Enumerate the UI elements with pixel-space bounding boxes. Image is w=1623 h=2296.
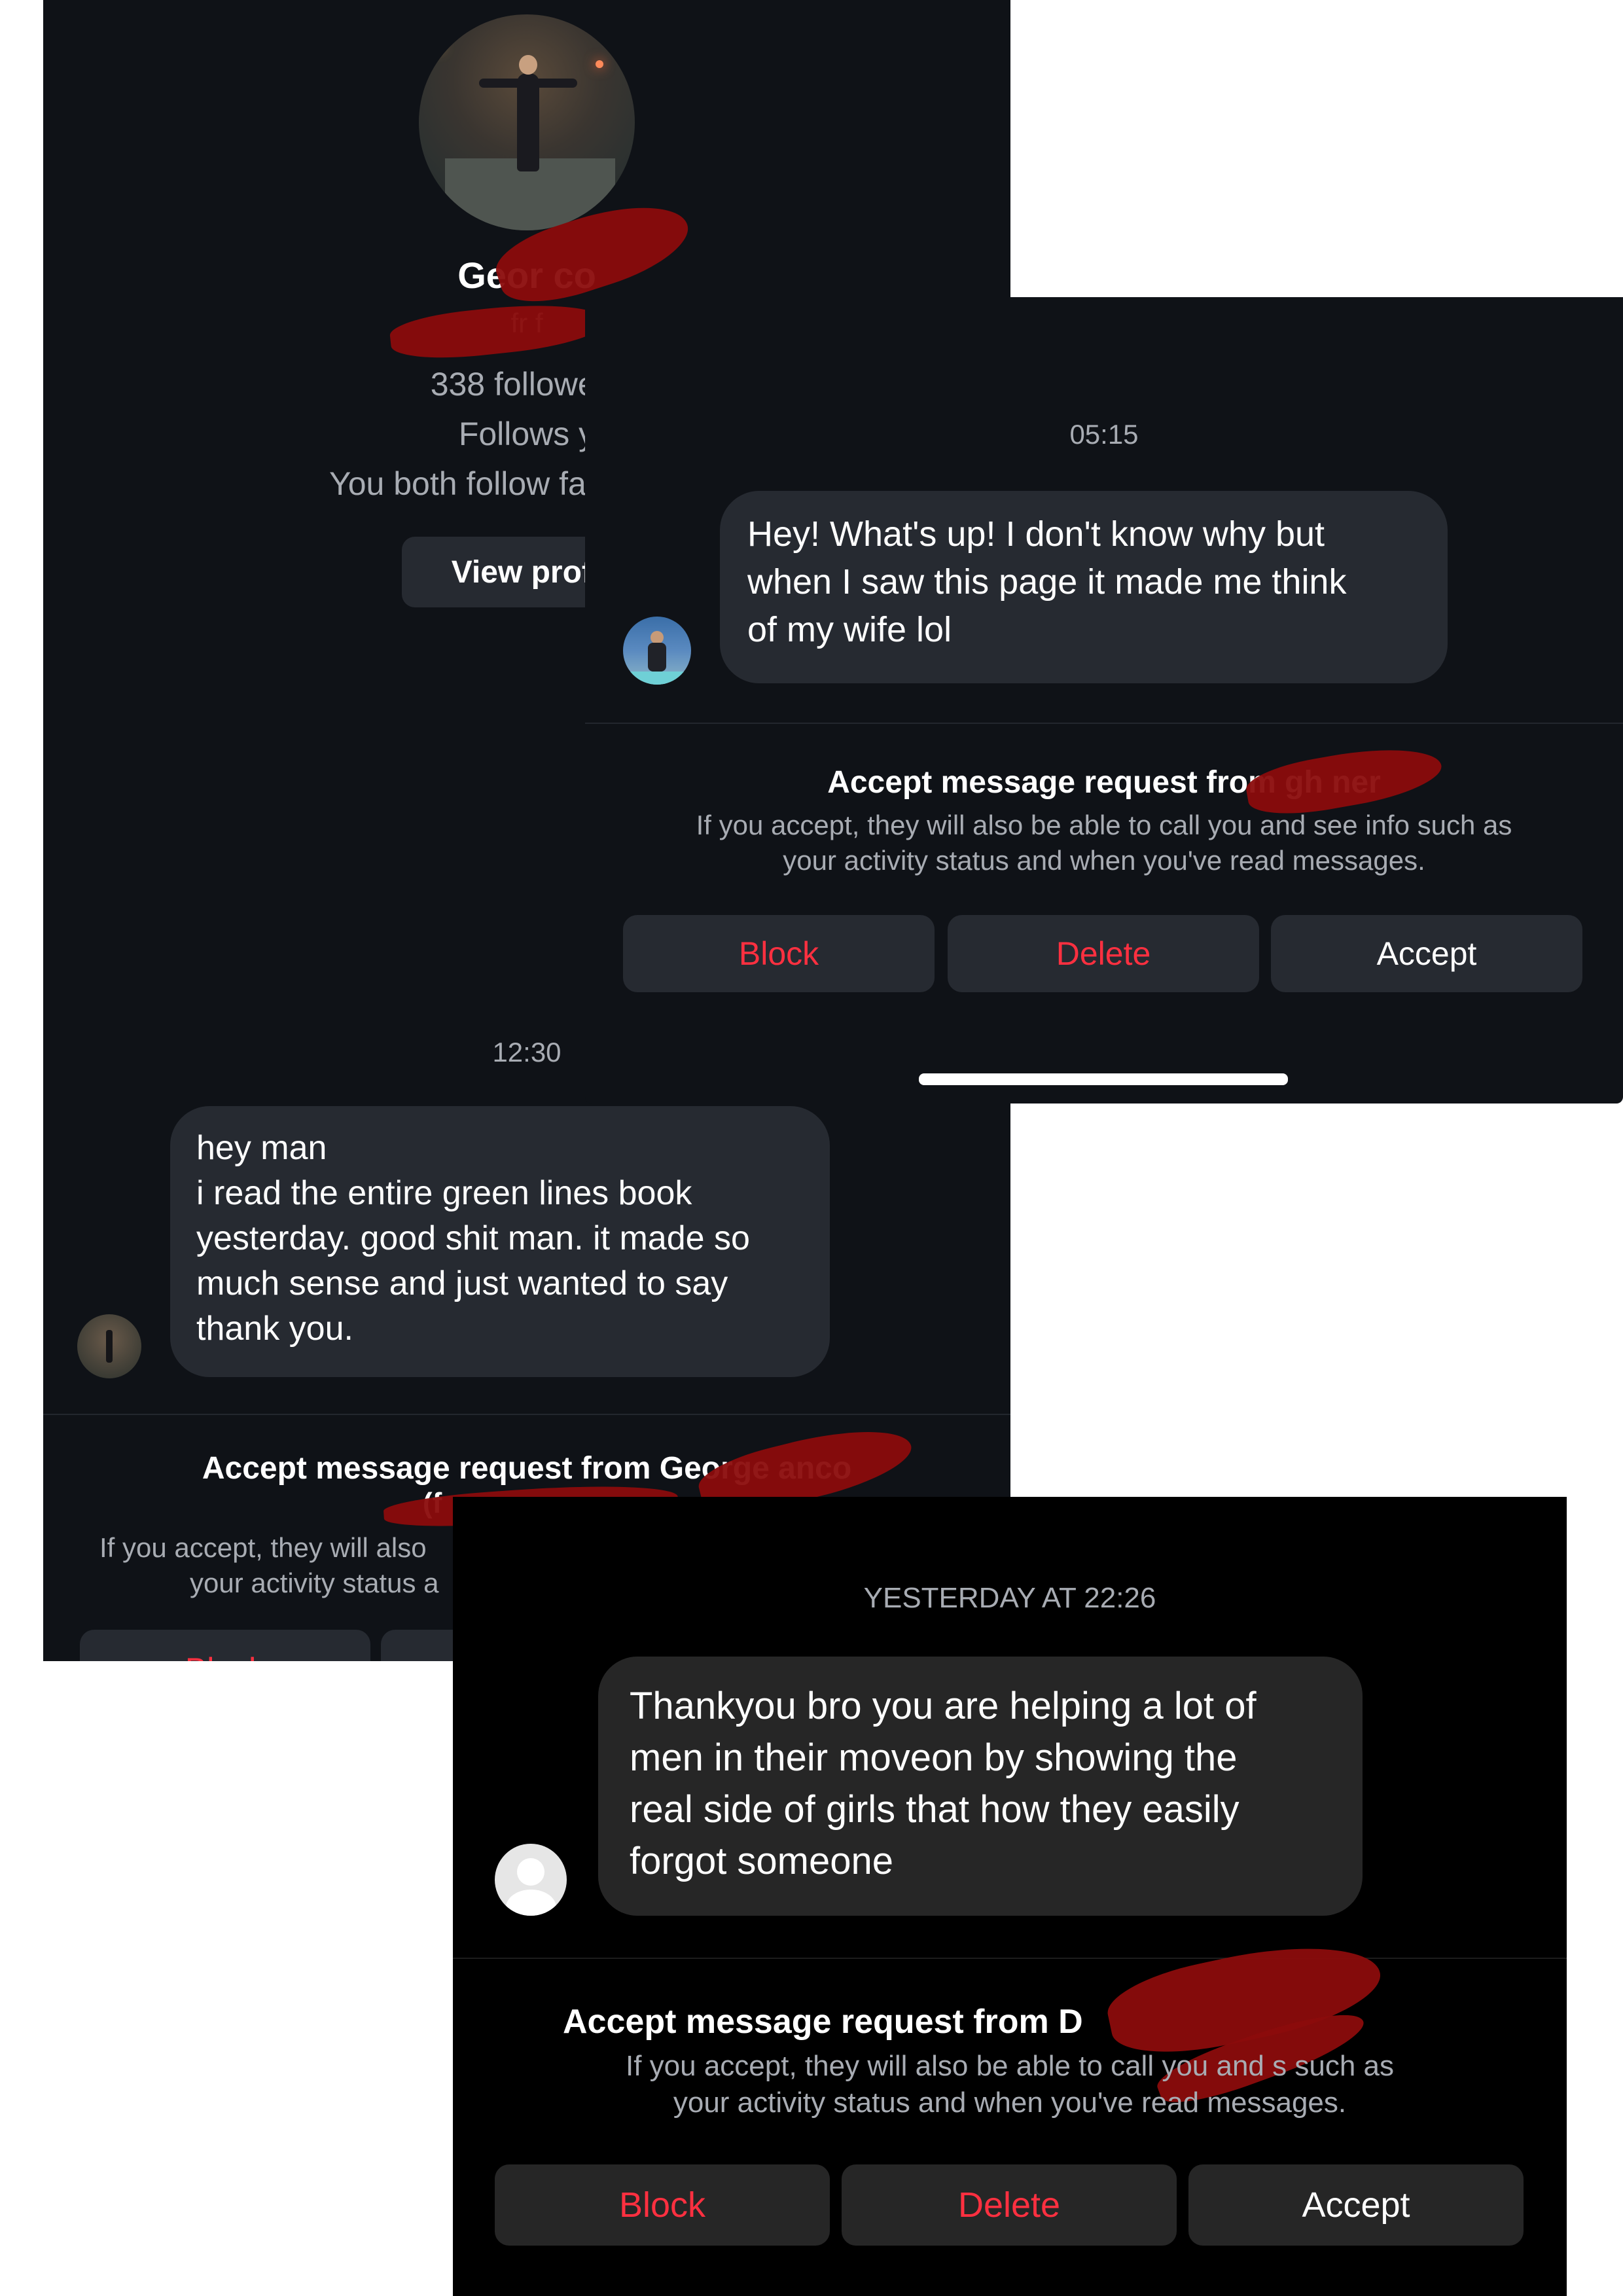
message-line: real side of girls that how they easily <box>630 1788 1240 1831</box>
block-button[interactable]: Block <box>495 2164 830 2246</box>
accept-button[interactable]: Accept <box>1271 915 1582 992</box>
message-line: i read the entire green lines book <box>196 1174 692 1212</box>
delete-button[interactable]: Delete <box>948 915 1259 992</box>
request-description: If you accept, they will also your activ… <box>99 1532 439 1598</box>
block-button[interactable]: Block <box>623 915 935 992</box>
divider <box>43 1414 1010 1415</box>
message-line: men in their moveon by showing the <box>630 1736 1238 1779</box>
divider <box>453 1958 1567 1959</box>
message-timestamp: YESTERDAY AT 22:26 <box>863 1582 1156 1614</box>
message-bubble[interactable]: Hey! What's up! I don't know why but whe… <box>720 491 1448 683</box>
redaction-mark <box>388 296 608 365</box>
request-title: Accept message request from D <box>563 2003 1083 2041</box>
profile-avatar[interactable] <box>419 14 635 230</box>
sender-avatar[interactable] <box>623 617 691 685</box>
message-line: much sense and just wanted to say <box>196 1265 728 1302</box>
dm-request-screen-gh: 05:15 Hey! What's up! I don't know why b… <box>585 297 1623 1103</box>
delete-button[interactable]: Delete <box>842 2164 1177 2246</box>
request-title: Accept message request from gh ner <box>827 765 1381 800</box>
message-line: forgot someone <box>630 1840 894 1882</box>
home-indicator[interactable] <box>919 1073 1288 1085</box>
message-line: Hey! What's up! I don't know why but <box>747 514 1325 554</box>
request-description: If you accept, they will also be able to… <box>696 810 1512 876</box>
message-line: of my wife lol <box>747 610 952 649</box>
message-line: hey man <box>196 1129 327 1167</box>
request-description: If you accept, they will also be able to… <box>626 2050 1394 2119</box>
message-timestamp: 05:15 <box>1069 419 1139 450</box>
message-bubble[interactable]: Thankyou bro you are helping a lot of me… <box>598 1657 1363 1916</box>
accept-button[interactable]: Accept <box>1188 2164 1524 2246</box>
message-line: thank you. <box>196 1310 353 1348</box>
message-line: yesterday. good shit man. it made so <box>196 1219 750 1257</box>
message-line: when I saw this page it made me think <box>747 562 1347 601</box>
dm-request-screen-d: YESTERDAY AT 22:26 Thankyou bro you are … <box>453 1497 1567 2296</box>
message-bubble[interactable]: hey man i read the entire green lines bo… <box>170 1106 830 1377</box>
default-avatar-icon[interactable] <box>495 1844 567 1916</box>
sender-avatar[interactable] <box>77 1314 141 1378</box>
block-button[interactable]: Block <box>80 1630 370 1661</box>
divider <box>585 723 1623 724</box>
message-line: Thankyou bro you are helping a lot of <box>630 1685 1257 1727</box>
